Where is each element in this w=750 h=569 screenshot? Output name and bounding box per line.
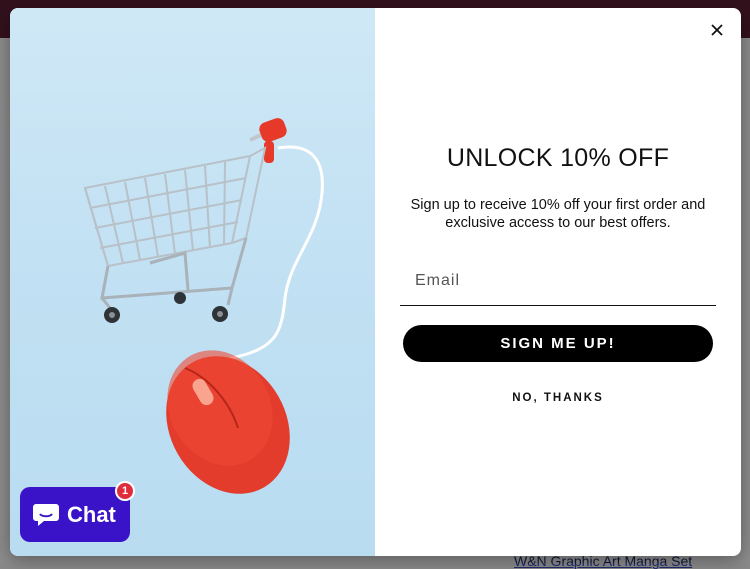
close-icon [711, 24, 723, 36]
chat-bubble-icon [33, 503, 59, 526]
sign-me-up-button[interactable]: SIGN ME UP! [403, 325, 713, 362]
popup-subtitle: Sign up to receive 10% off your first or… [410, 197, 706, 231]
chat-label: Chat [67, 501, 116, 527]
chat-notification-badge: 1 [115, 481, 135, 501]
popup-title: UNLOCK 10% OFF [446, 144, 670, 172]
shopping-cart-mouse-image [10, 8, 375, 556]
close-button[interactable] [707, 20, 727, 40]
chat-button[interactable]: Chat [20, 487, 130, 542]
email-field[interactable] [400, 256, 716, 306]
newsletter-popup: UNLOCK 10% OFF Sign up to receive 10% of… [10, 8, 741, 556]
no-thanks-button[interactable]: NO, THANKS [400, 392, 716, 404]
